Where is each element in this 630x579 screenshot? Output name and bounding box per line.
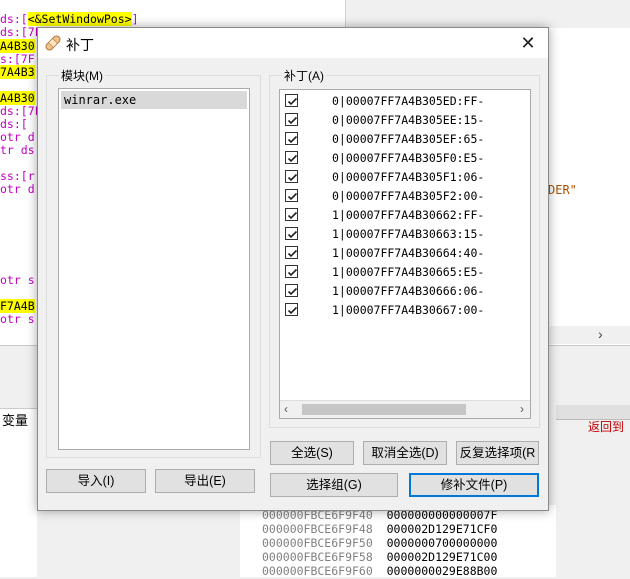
patch-entry: 1|00007FF7A4B30664:40- bbox=[332, 246, 485, 260]
deselect-all-button[interactable]: 取消全选(D) bbox=[363, 441, 447, 465]
patch-row[interactable]: 0|00007FF7A4B305F2:00- bbox=[280, 187, 530, 206]
checkbox-checked-icon[interactable] bbox=[285, 265, 298, 278]
code-highlight: <&SetWindowPos> bbox=[27, 12, 132, 26]
patch-list-hscrollbar[interactable]: ‹ › bbox=[280, 400, 530, 418]
patch-row[interactable]: 0|00007FF7A4B305EE:15- bbox=[280, 111, 530, 130]
stack-value: 000002D129E71CF0 bbox=[386, 522, 498, 536]
bandage-icon bbox=[45, 35, 61, 51]
scroll-right-icon[interactable]: › bbox=[598, 326, 603, 342]
stack-value: 000002D129E71C00 bbox=[386, 550, 498, 564]
code-prefix: ds:[ bbox=[0, 12, 28, 26]
stack-value: 0000000029E88B00 bbox=[386, 564, 498, 578]
close-icon[interactable]: ✕ bbox=[518, 33, 538, 53]
code-prefix: ds:[ bbox=[0, 117, 28, 131]
patch-row[interactable]: 1|00007FF7A4B30662:FF- bbox=[280, 206, 530, 225]
invert-selection-button[interactable]: 反复选择项(R bbox=[456, 441, 539, 465]
code-highlight: A4B30 bbox=[0, 39, 35, 53]
checkbox-checked-icon[interactable] bbox=[285, 208, 298, 221]
stack-address: 000000FBCE6F9F50 bbox=[262, 536, 387, 550]
variables-pane bbox=[0, 432, 37, 577]
code-line: 7A4B3 bbox=[0, 65, 35, 79]
code-prefix: s:[7F bbox=[0, 52, 35, 66]
dialog-title: 补丁 bbox=[66, 37, 94, 53]
patch-row[interactable]: 1|00007FF7A4B30666:06- bbox=[280, 282, 530, 301]
patch-entry: 1|00007FF7A4B30662:FF- bbox=[332, 208, 485, 222]
dialog-titlebar[interactable]: 补丁 ✕ bbox=[38, 28, 548, 58]
patch-entry: 0|00007FF7A4B305F0:E5- bbox=[332, 151, 485, 165]
checkbox-checked-icon[interactable] bbox=[285, 170, 298, 183]
patch-file-button[interactable]: 修补文件(P) bbox=[409, 473, 539, 497]
code-prefix: ss:[r bbox=[0, 169, 35, 183]
checkbox-checked-icon[interactable] bbox=[285, 113, 298, 126]
stack-row[interactable]: 000000FBCE6F9F48 000002D129E71CF0 bbox=[262, 522, 497, 537]
patch-entry: 1|00007FF7A4B30665:E5- bbox=[332, 265, 485, 279]
patch-entry: 1|00007FF7A4B30666:06- bbox=[332, 284, 485, 298]
patch-dialog: 补丁 ✕ 模块(M) winrar.exe 补丁(A) 0|00007FF7A4… bbox=[37, 27, 549, 511]
patch-entry: 0|00007FF7A4B305ED:FF- bbox=[332, 94, 485, 108]
import-button[interactable]: 导入(I) bbox=[46, 469, 146, 493]
stack-pane: 000000FBCE6F9F40 000000000000007F 000000F… bbox=[240, 505, 556, 578]
select-group-button[interactable]: 选择组(G) bbox=[270, 473, 398, 497]
code-prefix: otr d bbox=[0, 182, 35, 196]
code-prefix: otr s bbox=[0, 312, 35, 326]
code-prefix: tr ds bbox=[0, 143, 35, 157]
checkbox-checked-icon[interactable] bbox=[285, 151, 298, 164]
stack-address: 000000FBCE6F9F48 bbox=[262, 522, 387, 536]
patch-row[interactable]: 0|00007FF7A4B305F1:06- bbox=[280, 168, 530, 187]
info-pane-header bbox=[345, 0, 630, 28]
back-link[interactable]: 返回到 bbox=[588, 418, 624, 435]
patch-entry: 0|00007FF7A4B305EF:65- bbox=[332, 132, 485, 146]
checkbox-checked-icon[interactable] bbox=[285, 94, 298, 107]
code-line: tr ds bbox=[0, 144, 35, 157]
checkbox-checked-icon[interactable] bbox=[285, 189, 298, 202]
scroll-right-icon[interactable]: › bbox=[520, 402, 524, 416]
tab-variables[interactable]: 变量 bbox=[0, 408, 39, 434]
patches-label: 补丁(A) bbox=[282, 67, 326, 84]
checkbox-checked-icon[interactable] bbox=[285, 227, 298, 240]
code-prefix: otr s bbox=[0, 273, 35, 287]
patch-row[interactable]: 1|00007FF7A4B30665:E5- bbox=[280, 263, 530, 282]
select-all-button[interactable]: 全选(S) bbox=[270, 441, 354, 465]
code-line: otr s bbox=[0, 313, 35, 326]
patch-entry: 0|00007FF7A4B305F1:06- bbox=[332, 170, 485, 184]
code-highlight: 7A4B3 bbox=[0, 65, 35, 79]
code-highlight: F7A4B bbox=[0, 299, 35, 313]
list-item[interactable]: winrar.exe bbox=[61, 91, 247, 109]
code-prefix: ds:[7F bbox=[0, 25, 42, 39]
scroll-thumb[interactable] bbox=[302, 404, 466, 415]
export-button[interactable]: 导出(E) bbox=[155, 469, 255, 493]
patch-row[interactable]: 0|00007FF7A4B305ED:FF- bbox=[280, 92, 530, 111]
stack-row[interactable]: 000000FBCE6F9F58 000002D129E71C00 bbox=[262, 550, 497, 565]
module-list[interactable]: winrar.exe bbox=[58, 88, 250, 450]
stack-row[interactable]: 000000FBCE6F9F50 0000000700000000 bbox=[262, 536, 497, 551]
patch-list[interactable]: 0|00007FF7A4B305ED:FF- 0|00007FF7A4B305EE… bbox=[279, 89, 531, 419]
code-line: otr s bbox=[0, 274, 35, 287]
patch-entry: 1|00007FF7A4B30667:00- bbox=[332, 303, 485, 317]
checkbox-checked-icon[interactable] bbox=[285, 303, 298, 316]
patch-row[interactable]: 1|00007FF7A4B30667:00- bbox=[280, 301, 530, 320]
code-prefix: ds:[7F bbox=[0, 104, 42, 118]
modules-label: 模块(M) bbox=[59, 67, 105, 84]
code-prefix: otr d bbox=[0, 130, 35, 144]
patch-row[interactable]: 0|00007FF7A4B305EF:65- bbox=[280, 130, 530, 149]
code-suffix: ] bbox=[131, 12, 139, 26]
patch-entry: 0|00007FF7A4B305EE:15- bbox=[332, 113, 485, 127]
checkbox-checked-icon[interactable] bbox=[285, 132, 298, 145]
checkbox-checked-icon[interactable] bbox=[285, 246, 298, 259]
code-line: ds:[7F bbox=[0, 26, 42, 39]
stack-value: 0000000700000000 bbox=[386, 536, 498, 550]
patch-entry: 0|00007FF7A4B305F2:00- bbox=[332, 189, 485, 203]
stack-address: 000000FBCE6F9F58 bbox=[262, 550, 387, 564]
patch-entry: 1|00007FF7A4B30663:15- bbox=[332, 227, 485, 241]
patch-row[interactable]: 0|00007FF7A4B305F0:E5- bbox=[280, 149, 530, 168]
stack-address: 000000FBCE6F9F60 bbox=[262, 564, 387, 578]
string-fragment: DER" bbox=[548, 183, 577, 197]
code-highlight: A4B30 bbox=[0, 91, 35, 105]
code-line: otr d bbox=[0, 183, 35, 196]
patch-row[interactable]: 1|00007FF7A4B30663:15- bbox=[280, 225, 530, 244]
checkbox-checked-icon[interactable] bbox=[285, 284, 298, 297]
scroll-left-icon[interactable]: ‹ bbox=[284, 402, 288, 416]
patch-row[interactable]: 1|00007FF7A4B30664:40- bbox=[280, 244, 530, 263]
